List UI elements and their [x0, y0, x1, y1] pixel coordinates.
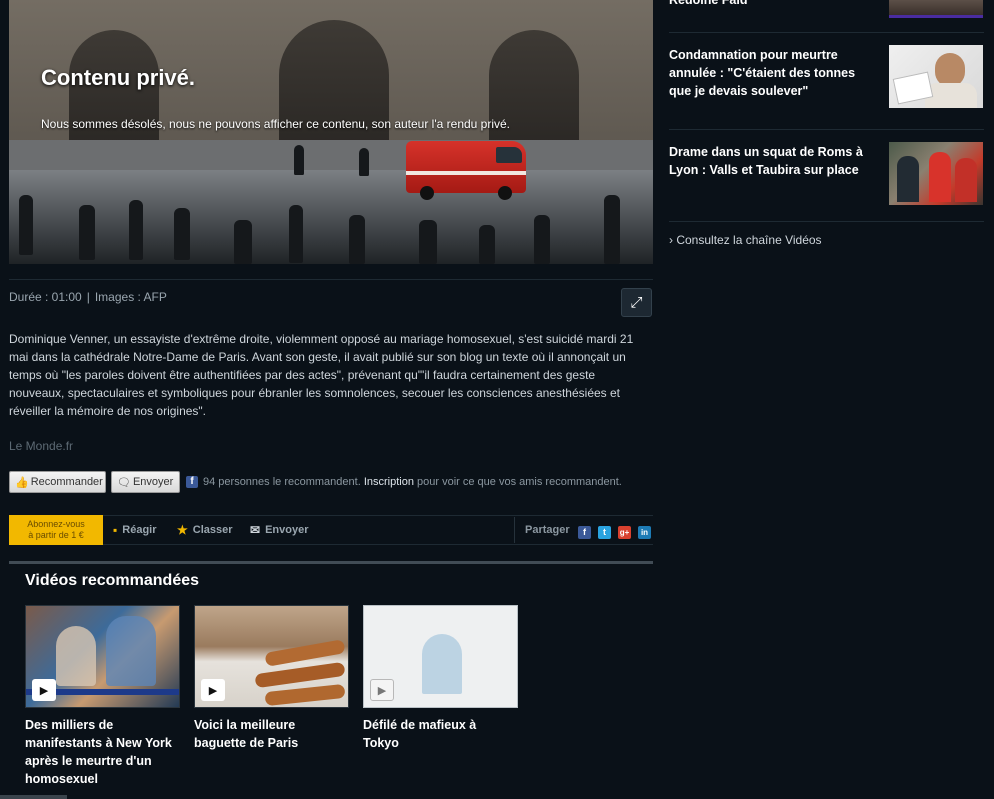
- divider: [9, 279, 653, 280]
- crowd-figure: [479, 225, 495, 264]
- video-channel-label: Consultez la chaîne Vidéos: [676, 233, 822, 247]
- share-label: Partager: [525, 524, 570, 536]
- recommended-title: Vidéos recommandées: [25, 572, 200, 589]
- crowd-figure: [129, 200, 143, 260]
- crowd-figure: [19, 195, 33, 255]
- googleplus-share-icon[interactable]: g+: [618, 526, 631, 539]
- sidebar-video-title[interactable]: Redoine Faïd: [669, 0, 874, 9]
- fire-truck: [406, 141, 526, 200]
- placeholder-logo-icon: [422, 634, 462, 694]
- facebook-icon: f: [186, 476, 198, 489]
- play-icon: ▶: [201, 679, 225, 701]
- react-button[interactable]: ▪ Réagir: [113, 523, 157, 537]
- recommended-divider: [9, 561, 653, 564]
- chevron-right-icon: ›: [669, 233, 673, 247]
- crowd-figure: [419, 220, 437, 264]
- crowd-figure: [294, 145, 304, 175]
- crowd-figure: [349, 215, 365, 264]
- sidebar-thumbnail[interactable]: [889, 45, 983, 108]
- crowd-figure: [174, 208, 190, 260]
- video-duration: Durée : 01:00: [9, 290, 82, 304]
- crowd-figure: [604, 195, 620, 264]
- crowd-figure: [234, 220, 252, 264]
- subscribe-button[interactable]: Abonnez-vous à partir de 1 €: [9, 515, 103, 545]
- sidebar-thumbnail[interactable]: [889, 0, 983, 18]
- divider: [669, 32, 984, 33]
- play-icon: ▶: [32, 679, 56, 701]
- sidebar-thumbnail[interactable]: [889, 142, 983, 205]
- recommended-thumbnail[interactable]: ▶: [25, 605, 180, 708]
- subscribe-line2: à partir de 1 €: [28, 530, 84, 540]
- linkedin-share-icon[interactable]: in: [638, 526, 651, 539]
- divider: [9, 544, 653, 545]
- article-source: Le Monde.fr: [9, 439, 74, 453]
- sidebar-video-title[interactable]: Condamnation pour meurtre annulée : "C'é…: [669, 46, 874, 100]
- facebook-share-icon[interactable]: f: [578, 526, 591, 539]
- share-divider: [514, 517, 515, 543]
- video-private-message: Nous sommes désolés, nous ne pouvons aff…: [41, 117, 511, 131]
- video-private-title: Contenu privé.: [41, 65, 196, 90]
- crowd-figure: [289, 205, 303, 263]
- fb-social-text: f 94 personnes le recommandent. Inscripti…: [186, 476, 622, 489]
- recommended-thumbnail[interactable]: ▶: [363, 605, 518, 708]
- recommended-video-title[interactable]: Voici la meilleure baguette de Paris: [194, 716, 344, 752]
- recommended-thumbnail[interactable]: ▶: [194, 605, 349, 708]
- divider: [669, 129, 984, 130]
- speech-bubble-icon: 🗨: [117, 476, 131, 489]
- email-button[interactable]: ✉ Envoyer: [250, 523, 308, 537]
- sidebar-video-title[interactable]: Drame dans un squat de Roms à Lyon : Val…: [669, 143, 874, 179]
- crowd-figure: [79, 205, 95, 260]
- fullscreen-button[interactable]: ⤢: [621, 288, 652, 317]
- fb-suffix: pour voir ce que vos amis recommandent.: [417, 476, 622, 488]
- bottom-scroll-tab[interactable]: [0, 795, 67, 799]
- crowd-figure: [359, 148, 369, 176]
- fb-count: 94 personnes le recommandent.: [203, 476, 361, 488]
- recommended-video-title[interactable]: Des milliers de manifestants à New York …: [25, 716, 175, 788]
- email-label: Envoyer: [265, 524, 309, 536]
- subscribe-line1: Abonnez-vous: [27, 519, 85, 529]
- video-meta: Durée : 01:00 | Images : AFP: [9, 290, 167, 304]
- video-channel-link[interactable]: › Consultez la chaîne Vidéos: [669, 233, 822, 247]
- article-description: Dominique Venner, un essayiste d'extrême…: [9, 332, 634, 418]
- twitter-share-icon[interactable]: t: [598, 526, 611, 539]
- expand-icon: ⤢: [630, 294, 643, 311]
- envelope-icon: ✉: [250, 523, 261, 537]
- classify-button[interactable]: ★ Classer: [177, 523, 233, 537]
- star-icon: ★: [177, 523, 188, 537]
- fb-send-button[interactable]: 🗨 Envoyer: [111, 471, 180, 493]
- fb-recommend-label: Recommander: [30, 476, 103, 488]
- divider: [669, 221, 984, 222]
- video-player[interactable]: Contenu privé. Nous sommes désolés, nous…: [9, 0, 653, 264]
- play-icon: ▶: [370, 679, 394, 701]
- crowd-figure: [534, 215, 550, 264]
- divider: [9, 515, 653, 516]
- cathedral-base: [9, 140, 653, 170]
- video-credits: Images : AFP: [94, 290, 167, 304]
- parvis-square: [9, 170, 653, 264]
- react-label: Réagir: [122, 524, 157, 536]
- recommended-video-title[interactable]: Défilé de mafieux à Tokyo: [363, 716, 513, 752]
- comment-icon: ▪: [113, 523, 118, 537]
- fb-send-label: Envoyer: [132, 476, 174, 488]
- cathedral-portal-right: [489, 30, 579, 150]
- classify-label: Classer: [192, 524, 233, 536]
- meta-separator: |: [86, 290, 90, 304]
- fb-recommend-button[interactable]: 👍 Recommander: [9, 471, 106, 493]
- thumbs-up-icon: 👍: [15, 476, 29, 489]
- fb-signup-link[interactable]: Inscription: [364, 476, 414, 488]
